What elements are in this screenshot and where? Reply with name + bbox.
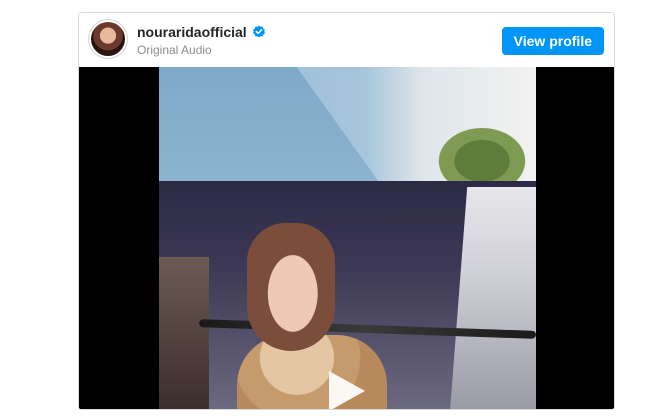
avatar[interactable] [91, 22, 125, 56]
view-profile-button[interactable]: View profile [501, 27, 604, 55]
video-player[interactable] [79, 67, 614, 409]
instagram-embed: nouraridaofficial Original Audio View pr… [78, 12, 615, 410]
username[interactable]: nouraridaofficial [137, 24, 247, 40]
palm-tree [427, 119, 536, 189]
woman-head [247, 223, 335, 351]
play-icon[interactable] [319, 367, 373, 409]
person-left [159, 257, 209, 409]
video-frame[interactable] [159, 67, 536, 409]
username-row: nouraridaofficial [137, 24, 266, 40]
audio-label[interactable]: Original Audio [137, 43, 212, 57]
verified-badge-icon [252, 25, 266, 39]
embed-header: nouraridaofficial Original Audio View pr… [79, 13, 614, 67]
